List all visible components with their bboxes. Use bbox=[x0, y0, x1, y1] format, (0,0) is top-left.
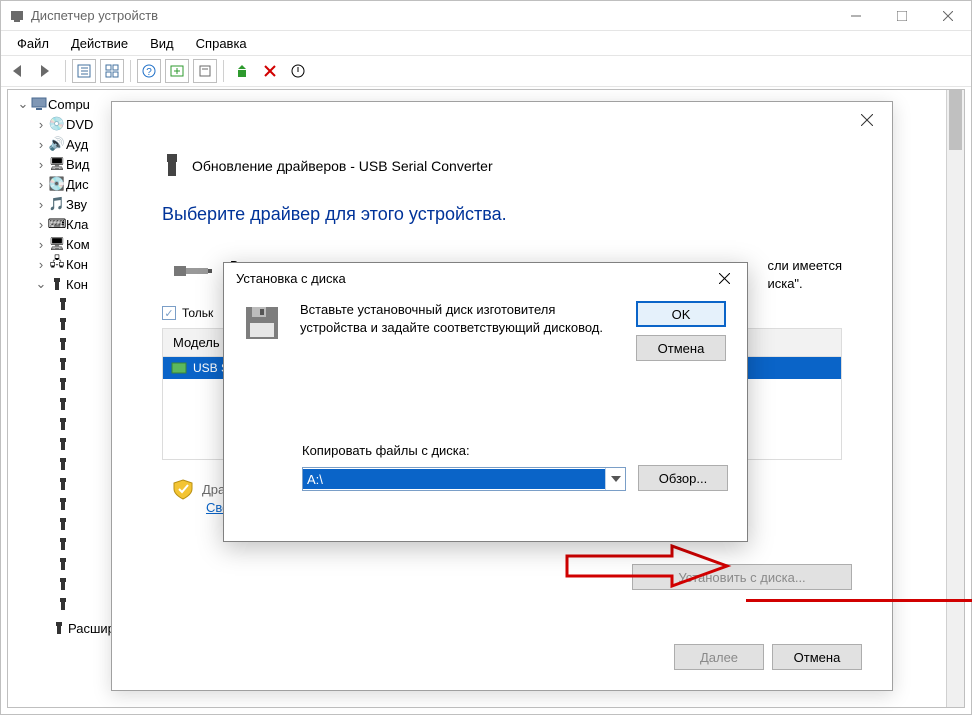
dialog-heading: Выберите драйвер для этого устройства. bbox=[112, 190, 892, 231]
window-controls bbox=[833, 1, 971, 31]
titlebar-left: Диспетчер устройств bbox=[9, 8, 158, 24]
chevron-down-icon[interactable]: ⌄ bbox=[34, 276, 48, 292]
dvd-icon: 💿 bbox=[48, 116, 66, 132]
path-combobox[interactable] bbox=[302, 467, 626, 491]
usb-plug-icon bbox=[54, 317, 72, 331]
copy-files-label: Копировать файлы с диска: bbox=[302, 443, 470, 458]
vertical-scrollbar[interactable] bbox=[946, 90, 964, 707]
keyboard-icon: ⌨ bbox=[48, 216, 66, 232]
dialog-title: Обновление драйверов - USB Serial Conver… bbox=[192, 158, 493, 174]
chevron-down-icon[interactable]: ⌄ bbox=[16, 96, 30, 112]
usb-plug-icon bbox=[54, 397, 72, 411]
forward-icon[interactable] bbox=[35, 59, 59, 83]
titlebar: Диспетчер устройств bbox=[1, 1, 971, 31]
usb-plug-icon bbox=[54, 357, 72, 371]
usb-plug-large-icon bbox=[172, 257, 214, 285]
grid-view-icon[interactable] bbox=[100, 59, 124, 83]
dialog-header: Обновление драйверов - USB Serial Conver… bbox=[112, 102, 892, 190]
checkbox-icon[interactable]: ✓ bbox=[162, 306, 176, 320]
menu-file[interactable]: Файл bbox=[7, 34, 59, 53]
disable-icon[interactable] bbox=[286, 59, 310, 83]
usb-plug-icon bbox=[54, 417, 72, 431]
help-icon[interactable]: ? bbox=[137, 59, 161, 83]
back-icon[interactable] bbox=[7, 59, 31, 83]
menubar: Файл Действие Вид Справка bbox=[1, 31, 971, 55]
chevron-right-icon[interactable]: › bbox=[34, 237, 48, 252]
svg-text:?: ? bbox=[146, 67, 152, 78]
close-icon[interactable] bbox=[709, 266, 739, 290]
usb-icon bbox=[48, 277, 66, 291]
driver-icon bbox=[171, 361, 187, 375]
display-icon: 🖥 bbox=[48, 156, 66, 172]
usb-plug-icon bbox=[54, 477, 72, 491]
chevron-right-icon[interactable]: › bbox=[34, 197, 48, 212]
app-icon bbox=[9, 8, 25, 24]
browse-button[interactable]: Обзор... bbox=[638, 465, 728, 491]
menu-help[interactable]: Справка bbox=[186, 34, 257, 53]
ok-button[interactable]: OK bbox=[636, 301, 726, 327]
usb-plug-icon bbox=[54, 457, 72, 471]
chevron-right-icon[interactable]: › bbox=[34, 117, 48, 132]
usb-plug-icon bbox=[54, 517, 72, 531]
compatible-label: Тольк bbox=[182, 306, 213, 320]
computer-icon bbox=[30, 97, 48, 111]
usb-plug-icon bbox=[54, 377, 72, 391]
properties-icon[interactable] bbox=[193, 59, 217, 83]
menu-action[interactable]: Действие bbox=[61, 34, 138, 53]
disk-dialog-titlebar: Установка с диска bbox=[224, 263, 747, 293]
update-driver-icon[interactable] bbox=[230, 59, 254, 83]
usb-plug-icon bbox=[54, 621, 64, 635]
tree-root-label: Compu bbox=[48, 97, 90, 112]
maximize-button[interactable] bbox=[879, 1, 925, 31]
close-icon[interactable] bbox=[852, 108, 882, 132]
disk-dialog-message: Вставьте установочный диск изготовителя … bbox=[300, 301, 620, 337]
computer-icon: 🖥 bbox=[48, 236, 66, 252]
usb-plug-icon bbox=[54, 437, 72, 451]
dialog-bottom-buttons: Далее Отмена bbox=[674, 644, 862, 670]
usb-plug-icon bbox=[54, 337, 72, 351]
controller-icon: 🖧 bbox=[48, 253, 66, 275]
shield-icon bbox=[172, 478, 194, 500]
usb-plug-icon bbox=[54, 577, 72, 591]
next-button[interactable]: Далее bbox=[674, 644, 764, 670]
chevron-right-icon[interactable]: › bbox=[34, 137, 48, 152]
usb-plug-icon bbox=[54, 537, 72, 551]
disk-dialog-title: Установка с диска bbox=[236, 271, 346, 286]
close-button[interactable] bbox=[925, 1, 971, 31]
floppy-icon bbox=[240, 301, 284, 345]
minimize-button[interactable] bbox=[833, 1, 879, 31]
audio-icon: 🔊 bbox=[48, 136, 66, 152]
cancel-button[interactable]: Отмена bbox=[636, 335, 726, 361]
install-from-disk-button[interactable]: Установить с диска... bbox=[632, 564, 852, 590]
tree-view-icon[interactable] bbox=[72, 59, 96, 83]
sound-icon: 🎵 bbox=[48, 196, 66, 212]
chevron-right-icon[interactable]: › bbox=[34, 217, 48, 232]
chevron-right-icon[interactable]: › bbox=[34, 257, 48, 272]
usb-plug-icon bbox=[54, 557, 72, 571]
scan-icon[interactable] bbox=[165, 59, 189, 83]
scrollbar-thumb[interactable] bbox=[949, 90, 962, 150]
usb-plug-icon bbox=[54, 297, 72, 311]
chevron-right-icon[interactable]: › bbox=[34, 157, 48, 172]
annotation-underline bbox=[746, 599, 972, 602]
install-from-disk-dialog: Установка с диска Вставьте установочный … bbox=[223, 262, 748, 542]
usb-plug-icon bbox=[54, 597, 72, 611]
chevron-right-icon[interactable]: › bbox=[34, 177, 48, 192]
dropdown-icon[interactable] bbox=[605, 468, 625, 490]
usb-plug-icon bbox=[54, 497, 72, 511]
uninstall-icon[interactable] bbox=[258, 59, 282, 83]
cancel-button[interactable]: Отмена bbox=[772, 644, 862, 670]
path-input[interactable] bbox=[303, 469, 605, 489]
device-manager-window: Диспетчер устройств Файл Действие Вид Сп… bbox=[0, 0, 972, 715]
window-title: Диспетчер устройств bbox=[31, 8, 158, 23]
toolbar: ? bbox=[1, 55, 971, 87]
usb-device-icon bbox=[162, 152, 182, 180]
disk-icon: 💽 bbox=[48, 176, 66, 192]
menu-view[interactable]: Вид bbox=[140, 34, 184, 53]
